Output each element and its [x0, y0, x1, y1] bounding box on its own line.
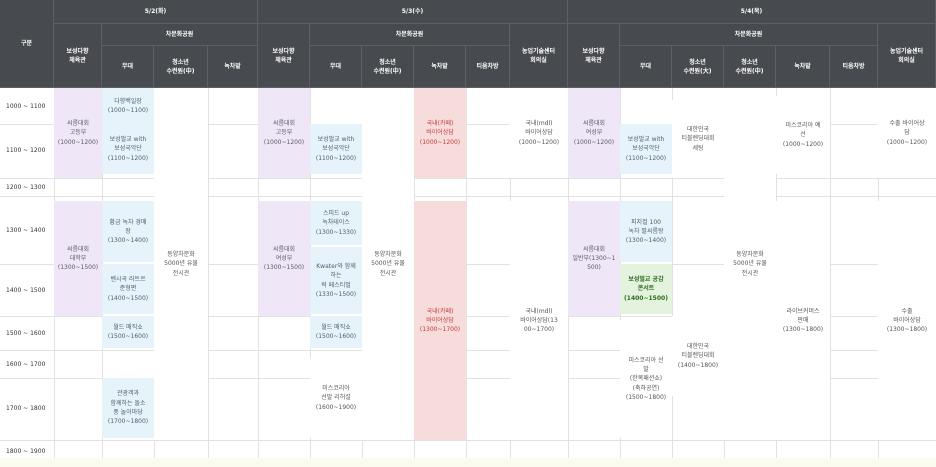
- col-youth-d1: 청소년 수련원(中): [154, 46, 208, 88]
- label-header: 구분: [0, 0, 54, 88]
- event-d2-stage-2[interactable]: 스피드 up 녹차테이스 (1300~1330): [310, 201, 362, 245]
- schedule-table: 구분 5/2(화) 5/3(수) 5/4(목) 보성다향 체육관 차문화공원 무…: [0, 0, 936, 467]
- col-gym-d2: 보성다향 체육관: [258, 24, 310, 88]
- time-1600: 1600 ~ 1700: [6, 360, 46, 368]
- venue-header-d2: 차문화공원: [310, 24, 510, 46]
- col-stage-d2: 무대: [310, 46, 362, 88]
- event-d3-stage-3[interactable]: 보성벌교 공감 콘서트 (1400~1500): [620, 264, 672, 314]
- event-d2-agri-b[interactable]: 국내(mdl) 바이어상담(13 00~1700): [510, 201, 568, 440]
- event-d1-gym-a[interactable]: 씨름대회 고등부 (1000~1200): [54, 88, 102, 178]
- col-stage-d3: 무대: [620, 46, 672, 88]
- event-d3-gym-a[interactable]: 씨름대회 여성부 (1000~1200): [568, 88, 620, 178]
- col-tea-d2: 녹차밭: [414, 46, 466, 88]
- event-d2-stage-3[interactable]: Kwater와 함께 하는 락 페스티벌 (1330~1500): [310, 247, 362, 314]
- event-d2-agri-a[interactable]: 국내(mdl) 바이어상담 (1000~1200): [510, 88, 568, 178]
- col-youth-d3: 청소년 수련원(中): [724, 46, 776, 88]
- time-1300: 1300 ~ 1400: [6, 226, 46, 234]
- event-d2-stage-5[interactable]: 미스코리아 선발 리허설 (1600~1900): [310, 358, 362, 438]
- event-d3-tea-b[interactable]: 라이브커머스 판매 (1300~1800): [776, 201, 830, 440]
- event-d1-stage-6[interactable]: 관광객과 함께하는 돌소 풍 놀이마당 (1700~1800): [102, 378, 154, 438]
- event-d3-stage-4[interactable]: 미스코리아 선 발 (한복패션쇼) (축하공연) (1500~1800): [620, 320, 672, 438]
- event-d1-stage-1[interactable]: 다향백일장 (1000~1100): [102, 88, 154, 124]
- time-1400: 1400 ~ 1500: [6, 286, 46, 294]
- bottom-strip: [0, 458, 936, 467]
- day-header-1: 5/2(화): [54, 0, 258, 24]
- event-d1-stage-4[interactable]: 벤시곡 러트르 준형편 (1400~1500): [102, 264, 154, 314]
- event-d2-tea-b[interactable]: 국내(카페) 바이어상담 (1300~1700): [414, 201, 466, 440]
- event-d2-youth[interactable]: 동양차문화 5000년 유물 전시관: [362, 88, 414, 440]
- col-gate-d3: 티움차방: [830, 46, 878, 88]
- event-d3-stage-2[interactable]: 피지컬 100 녹차 팔씨름왕 (1300~1400): [620, 201, 672, 262]
- venue-header-d3: 차문화공원: [620, 24, 878, 46]
- col-youth-d2: 청소년 수련원(中): [362, 46, 414, 88]
- col-agri-d3: 농업기술센터 회의실: [878, 24, 936, 88]
- col-agri-d2: 농업기술센터 회의실: [510, 24, 568, 88]
- event-d2-gym-a[interactable]: 씨름대회 고등부 (1000~1200): [258, 88, 310, 178]
- event-d1-stage-3[interactable]: 황금 녹차 경매 장 (1300~1400): [102, 201, 154, 262]
- event-d2-stage-4[interactable]: 월드 매직쇼 (1500~1600): [310, 316, 362, 348]
- event-d1-stage-5[interactable]: 월드 매직쇼 (1500~1600): [102, 316, 154, 348]
- event-d3-gym-b[interactable]: 씨름대회 일반부(1300~1 500): [568, 201, 620, 316]
- time-1200: 1200 ~ 1300: [6, 183, 46, 191]
- event-d3-stage-1[interactable]: 보성벌교 with 보성국악단 (1100~1200): [620, 124, 672, 174]
- event-d1-stage-2[interactable]: 보성벌교 with 보성국악단 (1100~1200): [102, 124, 154, 174]
- event-d3-agri-a[interactable]: 수출 바이어상 담 (1000~1200): [878, 88, 936, 178]
- event-d1-youth[interactable]: 동양차문화 5000년 유물 전시관: [154, 88, 208, 440]
- event-d2-gym-b[interactable]: 씨름대회 여성부 (1300~1500): [258, 201, 310, 316]
- event-d3-youth[interactable]: 동양차문화 5000년 유물 전시관: [724, 88, 776, 440]
- col-youth-large-d3: 청소년 수련원(大): [672, 46, 724, 88]
- event-d2-stage-1[interactable]: 보성벌교 with 보성국악단 (1100~1200): [310, 124, 362, 174]
- event-d3-youth-large-b[interactable]: 대한민국 티블렌딩대회 (1400~1800): [672, 316, 724, 396]
- day-header-2: 5/3(수): [258, 0, 568, 24]
- time-1700: 1700 ~ 1800: [6, 404, 46, 412]
- time-1000: 1000 ~ 1100: [6, 102, 46, 110]
- venue-header-d1: 차문화공원: [102, 24, 258, 46]
- event-d2-tea-a[interactable]: 국내(카페) 바이어상담 (1000~1200): [414, 88, 466, 178]
- col-gym-d1: 보성다향 체육관: [54, 24, 102, 88]
- col-gym-d3: 보성다향 체육관: [568, 24, 620, 88]
- day-header-3: 5/4(목): [568, 0, 936, 24]
- event-d3-tea-a[interactable]: 미스코리아 예 선 (1000~1200): [776, 96, 830, 174]
- time-1500: 1500 ~ 1600: [6, 329, 46, 337]
- time-1100: 1100 ~ 1200: [6, 146, 46, 154]
- col-gate-d2: 티움차방: [466, 46, 510, 88]
- event-d3-youth-large-a[interactable]: 대한민국 티블렌딩대회 세팅: [672, 100, 724, 178]
- event-d3-agri-b[interactable]: 수출 바이어상담 (1300~1800): [878, 201, 936, 440]
- col-stage-d1: 무대: [102, 46, 154, 88]
- col-tea-d1: 녹차밭: [208, 46, 258, 88]
- event-d1-gym-b[interactable]: 씨름대회 대학부 (1300~1500): [54, 201, 102, 316]
- col-tea-d3: 녹차밭: [776, 46, 830, 88]
